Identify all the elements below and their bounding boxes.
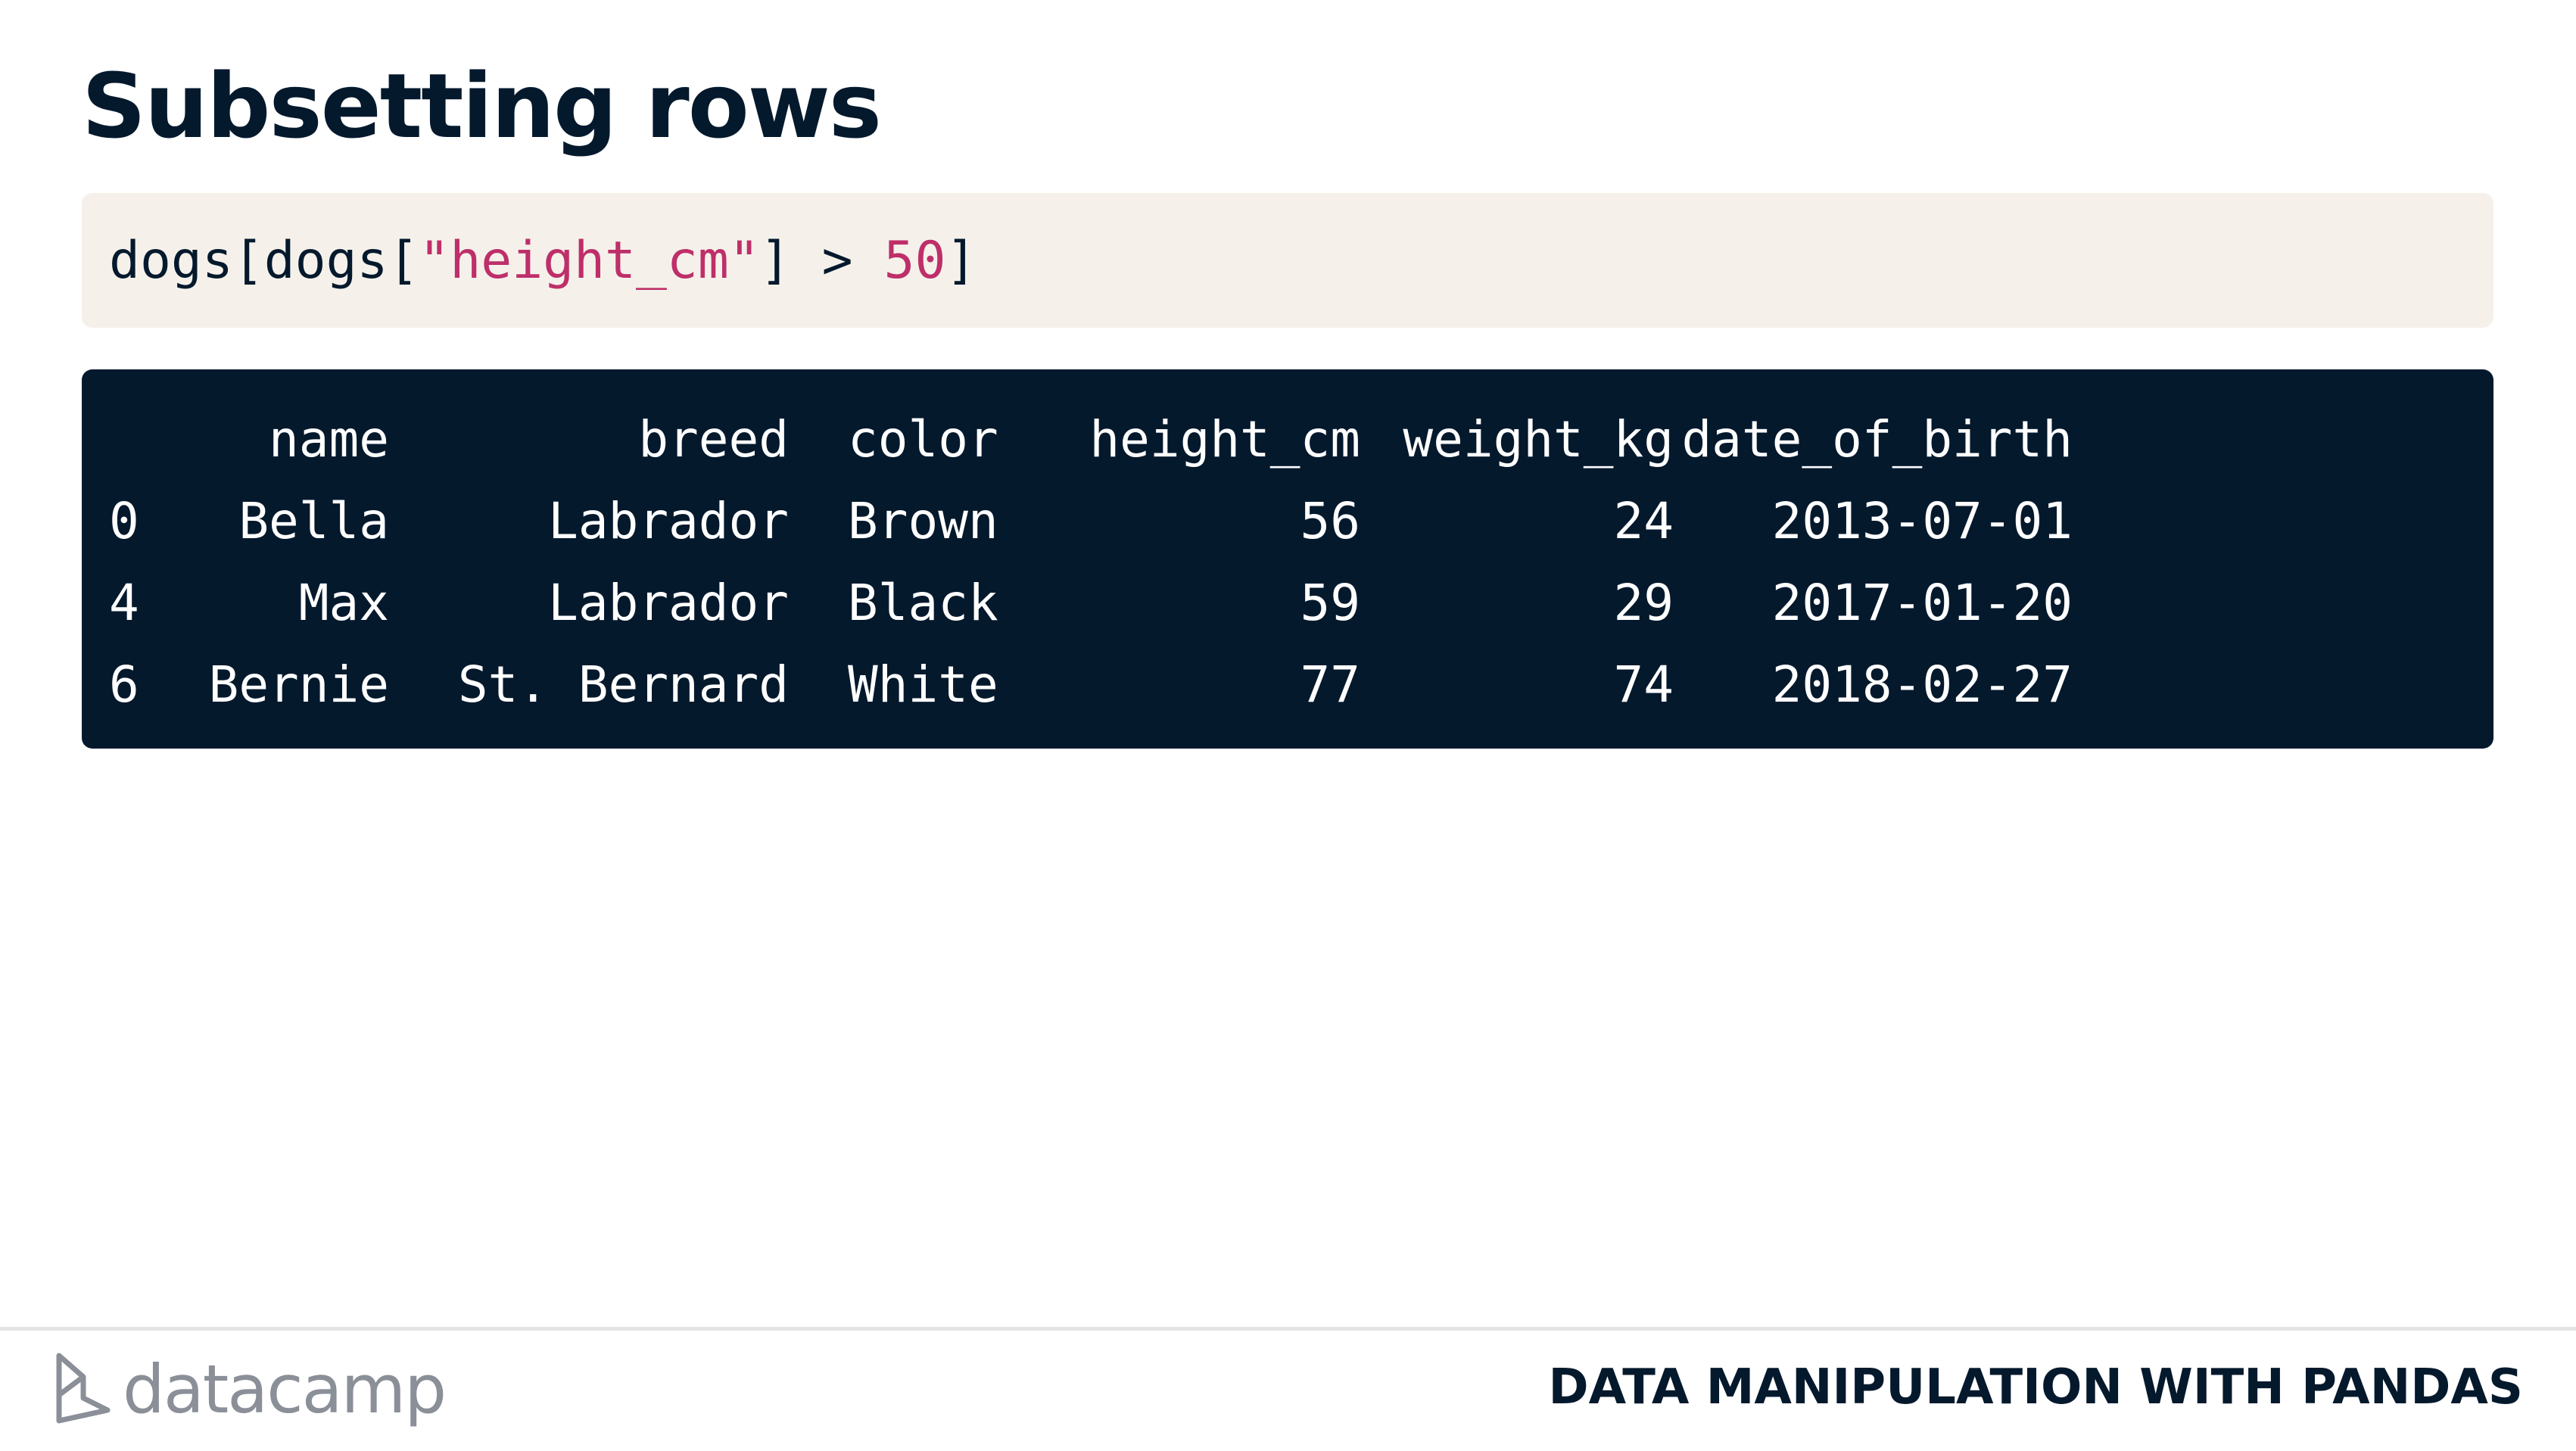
- cell-breed: Labrador: [548, 491, 789, 550]
- cell-name: Max: [298, 573, 389, 632]
- output-table: name breed color height_cm weight_kg dat…: [109, 398, 2073, 725]
- cell-color: White: [848, 655, 998, 714]
- header-name: name: [269, 409, 389, 469]
- cell-weight: 74: [1613, 655, 1674, 714]
- row-index: 4: [109, 573, 139, 632]
- cell-date-of-birth: 2017-01-20: [1771, 573, 2073, 632]
- table-header-row: name breed color height_cm weight_kg dat…: [109, 398, 2073, 480]
- header-height: height_cm: [1089, 409, 1360, 469]
- code-string-literal: "height_cm": [419, 230, 760, 291]
- code-operator: ] >: [759, 230, 884, 291]
- cell-color: Black: [848, 573, 998, 632]
- footer-divider: [0, 1327, 2576, 1331]
- datacamp-logo-icon: [56, 1353, 111, 1424]
- header-breed: breed: [638, 409, 789, 469]
- code-output-block: name breed color height_cm weight_kg dat…: [82, 369, 2493, 749]
- logo-wordmark: datacamp: [123, 1350, 447, 1428]
- cell-name: Bernie: [208, 655, 389, 714]
- cell-color: Brown: [848, 491, 998, 550]
- course-title: DATA MANIPULATION WITH PANDAS: [1548, 1359, 2524, 1415]
- code-suffix: ]: [945, 230, 977, 291]
- table-row: 6 Bernie St. Bernard White 77 74 2018-02…: [109, 643, 2073, 725]
- header-index: [109, 398, 194, 480]
- cell-height: 56: [1300, 491, 1360, 550]
- slide: Subsetting rows dogs[dogs["height_cm"] >…: [0, 0, 2576, 1451]
- cell-breed: St. Bernard: [457, 655, 789, 714]
- cell-date-of-birth: 2013-07-01: [1771, 491, 2073, 550]
- header-weight: weight_kg: [1403, 409, 1674, 469]
- code-prefix: dogs[dogs[: [109, 230, 419, 291]
- row-index: 6: [109, 655, 139, 714]
- cell-weight: 29: [1613, 573, 1674, 632]
- header-color: color: [848, 409, 998, 469]
- datacamp-logo: datacamp: [53, 1347, 447, 1431]
- table-row: 4 Max Labrador Black 59 29 2017-01-20: [109, 562, 2073, 643]
- cell-weight: 24: [1613, 491, 1674, 550]
- cell-date-of-birth: 2018-02-27: [1771, 655, 2073, 714]
- cell-height: 59: [1300, 573, 1360, 632]
- code-number-literal: 50: [883, 230, 946, 291]
- code-input-block: dogs[dogs["height_cm"] > 50]: [82, 193, 2493, 328]
- row-index: 0: [109, 491, 139, 550]
- slide-title: Subsetting rows: [82, 54, 882, 158]
- cell-breed: Labrador: [548, 573, 789, 632]
- table-row: 0 Bella Labrador Brown 56 24 2013-07-01: [109, 480, 2073, 562]
- header-date-of-birth: date_of_birth: [1681, 409, 2073, 469]
- cell-name: Bella: [238, 491, 389, 550]
- cell-height: 77: [1300, 655, 1360, 714]
